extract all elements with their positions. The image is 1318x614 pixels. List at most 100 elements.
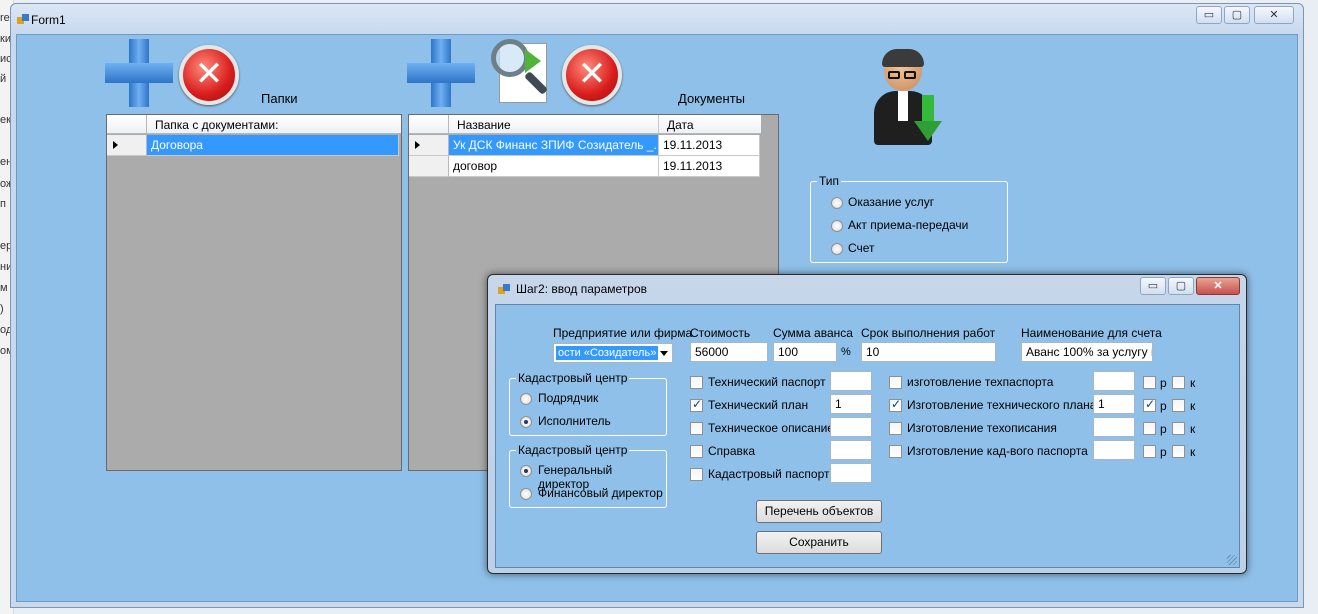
doc-label: Справка — [708, 444, 756, 458]
work-qty-input[interactable] — [1093, 440, 1135, 460]
advance-input[interactable]: 100 — [773, 342, 837, 362]
doc-label: Техническое описание — [708, 421, 834, 435]
objects-list-button[interactable]: Перечень объектов — [756, 500, 882, 523]
radio-invoice[interactable] — [831, 243, 843, 255]
enterprise-label: Предприятие или фирма — [553, 326, 693, 340]
invoice-name-input[interactable]: Аванс 100% за услугу изг — [1021, 342, 1153, 362]
work-qty-input[interactable]: 1 — [1093, 394, 1135, 414]
radio-service[interactable] — [831, 197, 843, 209]
current-row-arrow-icon — [113, 141, 118, 149]
work-p-checkbox[interactable] — [1143, 445, 1156, 458]
work-k-checkbox[interactable] — [1172, 399, 1185, 412]
user-download-icon[interactable] — [872, 49, 948, 147]
doc-label: Технический паспорт — [708, 375, 826, 389]
advance-label: Сумма аванса — [773, 326, 853, 340]
cadastre-group-contractor: Кадастровый центр Подрядчик Исполнитель — [509, 371, 667, 436]
current-row-arrow-icon — [415, 141, 420, 149]
p-label: р — [1160, 445, 1167, 459]
document-name-cell[interactable]: договор — [449, 156, 659, 177]
work-k-checkbox[interactable] — [1172, 376, 1185, 389]
grid-header: Название Дата — [409, 115, 761, 134]
radio-general-director[interactable] — [520, 465, 532, 477]
deadline-input[interactable]: 10 — [861, 342, 996, 362]
work-k-checkbox[interactable] — [1172, 445, 1185, 458]
radio-executor[interactable] — [520, 416, 532, 428]
dialog-icon — [498, 284, 512, 296]
resize-grip-icon[interactable] — [1227, 555, 1237, 565]
doc-qty-input[interactable] — [830, 417, 872, 437]
work-checkbox[interactable] — [889, 376, 902, 389]
dialog-close-button[interactable]: ✕ — [1196, 277, 1240, 295]
document-date-cell[interactable]: 19.11.2013 — [659, 135, 760, 156]
doc-checkbox[interactable] — [690, 422, 703, 435]
work-checkbox[interactable] — [889, 445, 902, 458]
doc-qty-input[interactable]: 1 — [830, 394, 872, 414]
work-checkbox[interactable] — [889, 422, 902, 435]
doc-checkbox[interactable] — [690, 468, 703, 481]
window-title: Form1 — [31, 13, 66, 27]
folders-grid[interactable]: Папка с документами: Договора — [106, 114, 402, 471]
column-header[interactable]: Папка с документами: — [155, 118, 278, 132]
work-label: Изготовление кад-вого паспорта — [907, 444, 1088, 458]
minimize-button[interactable]: ▭ — [1196, 6, 1222, 24]
work-k-checkbox[interactable] — [1172, 422, 1185, 435]
dialog-title: Шаг2: ввод параметров — [516, 282, 648, 296]
dialog-maximize-button[interactable]: ▢ — [1168, 277, 1194, 295]
row-header[interactable] — [409, 156, 449, 177]
chevron-down-icon[interactable] — [660, 351, 668, 356]
work-label: изготовление техпаспорта — [907, 375, 1054, 389]
radio-contractor[interactable] — [520, 393, 532, 405]
document-date-cell[interactable]: 19.11.2013 — [659, 156, 760, 177]
work-label: Изготовление технического плана — [907, 398, 1097, 412]
column-header-name[interactable]: Название — [449, 115, 659, 134]
work-p-checkbox[interactable] — [1143, 422, 1156, 435]
search-document-icon[interactable] — [489, 39, 555, 107]
doc-qty-input[interactable] — [830, 463, 872, 483]
maximize-button[interactable]: ▢ — [1224, 6, 1250, 24]
delete-document-icon[interactable]: ✕ — [562, 45, 622, 105]
k-label: к — [1190, 445, 1196, 459]
doc-qty-input[interactable] — [830, 371, 872, 391]
close-button[interactable]: ✕ — [1254, 6, 1294, 24]
document-name-cell[interactable]: Ук ДСК Финанс ЗПИФ Созидатель _... — [449, 135, 659, 156]
column-header-date[interactable]: Дата — [667, 118, 694, 132]
work-checkbox[interactable] — [889, 397, 902, 412]
percent-label: % — [841, 346, 851, 358]
cost-input[interactable]: 56000 — [690, 342, 768, 362]
row-header[interactable] — [107, 135, 147, 156]
add-folder-icon[interactable] — [105, 39, 173, 107]
row-header-corner — [107, 115, 147, 134]
doc-checkbox[interactable] — [690, 376, 703, 389]
group-title: Кадастровый центр — [516, 371, 630, 385]
work-p-checkbox[interactable] — [1143, 397, 1156, 412]
enterprise-selected-text: ости «Созидатель» — [556, 346, 659, 360]
documents-label: Документы — [678, 91, 746, 106]
folders-label: Папки — [261, 91, 298, 106]
save-button[interactable]: Сохранить — [756, 531, 882, 554]
work-p-checkbox[interactable] — [1143, 376, 1156, 389]
group-title: Кадастровый центр — [516, 443, 630, 457]
row-header-corner — [409, 115, 449, 134]
work-label: Изготовление техописания — [907, 421, 1057, 435]
grid-header: Папка с документами: — [107, 115, 401, 134]
doc-checkbox[interactable] — [690, 445, 703, 458]
work-qty-input[interactable] — [1093, 417, 1135, 437]
row-header[interactable] — [409, 135, 449, 156]
radio-financial-director[interactable] — [520, 488, 532, 500]
work-qty-input[interactable] — [1093, 371, 1135, 391]
add-document-icon[interactable] — [407, 39, 475, 107]
delete-folder-icon[interactable]: ✕ — [179, 45, 239, 105]
doc-label: Кадастровый паспорт — [708, 467, 830, 481]
radio-label: Оказание услуг — [848, 195, 935, 209]
doc-checkbox[interactable] — [690, 397, 703, 412]
cadastre-group-director: Кадастровый центр Генеральный директор Ф… — [509, 443, 667, 508]
type-group: Тип Оказание услуг Акт приема-передачи С… — [810, 174, 1008, 263]
p-label: р — [1160, 422, 1167, 436]
dialog-minimize-button[interactable]: ▭ — [1140, 277, 1166, 295]
folder-cell[interactable]: Договора — [147, 135, 399, 156]
doc-qty-input[interactable] — [830, 440, 872, 460]
radio-label: Счет — [848, 241, 875, 255]
radio-transfer-act[interactable] — [831, 220, 843, 232]
enterprise-combobox[interactable]: ости «Созидатель» — [553, 343, 673, 363]
k-label: к — [1190, 399, 1196, 413]
